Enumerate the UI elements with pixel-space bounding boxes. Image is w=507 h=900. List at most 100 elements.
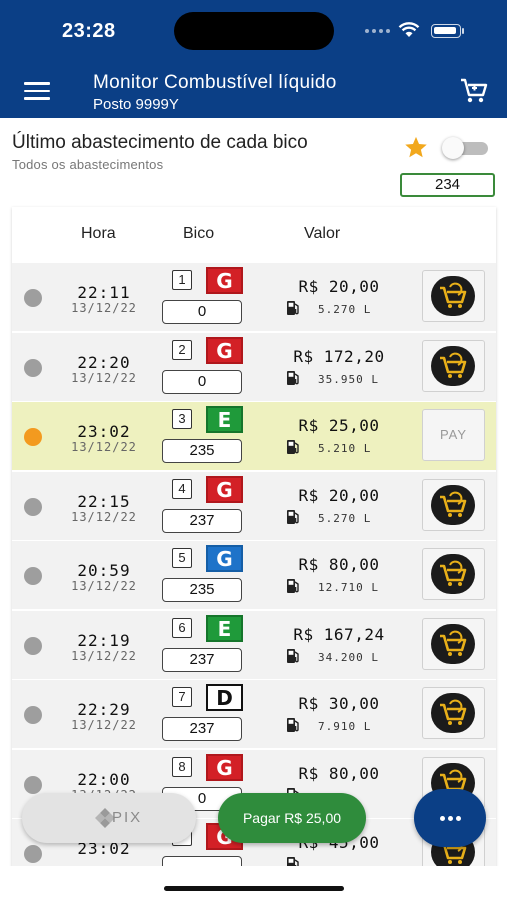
row-date: 13/12/22: [71, 370, 137, 385]
table-header: Hora Bico Valor: [12, 207, 496, 264]
fuel-pump-icon: [287, 579, 299, 593]
add-to-cart-button[interactable]: [422, 478, 485, 531]
row-date: 13/12/22: [71, 718, 137, 732]
app-header: 23:28 Monitor Combustível líquido Posto …: [0, 0, 507, 118]
status-dot: [24, 845, 42, 863]
cart-icon[interactable]: [460, 78, 488, 104]
home-indicator[interactable]: [164, 886, 344, 891]
pay-button[interactable]: Pagar R$ 25,00: [218, 793, 366, 843]
status-dot: [24, 428, 42, 446]
status-dot: [24, 567, 42, 585]
encerrante-field[interactable]: 235: [162, 578, 242, 602]
row-date: 13/12/22: [71, 301, 137, 315]
row-value: R$ 20,00: [298, 277, 380, 296]
row-liters: 35.950 L: [318, 372, 379, 386]
fuel-gasolina-icon: G: [206, 267, 243, 294]
cart-badge: [431, 345, 475, 386]
header-hora: Hora: [81, 225, 116, 242]
fuel-pump-icon: [287, 648, 299, 663]
menu-icon[interactable]: [24, 82, 50, 100]
add-to-cart-button[interactable]: [422, 270, 485, 322]
count-field[interactable]: 234: [400, 173, 495, 197]
section-subtitle: Todos os abastecimentos: [12, 157, 164, 172]
cart-badge: [431, 554, 475, 594]
favorites-toggle[interactable]: [442, 137, 491, 159]
row-liters: 5.270 L: [318, 511, 372, 525]
row-time: 22:00: [77, 769, 131, 789]
fuel-gasolina-icon: G: [206, 753, 243, 781]
table-row[interactable]: 22:19 13/12/22 6 E 237 R$ 167,24 34.200 L: [12, 610, 496, 680]
status-dot: [24, 636, 42, 655]
add-to-cart-button[interactable]: [422, 548, 485, 600]
star-icon[interactable]: [403, 135, 429, 160]
more-icon[interactable]: [414, 789, 486, 847]
dynamic-island: [174, 12, 334, 50]
fuel-etanol-icon: E: [206, 614, 243, 642]
row-time: 23:02: [77, 422, 131, 441]
section-title: Último abastecimento de cada bico: [12, 132, 308, 153]
fuel-diesel-icon: D: [206, 684, 243, 711]
row-time: 22:19: [77, 630, 131, 650]
encerrante-field[interactable]: 237: [162, 647, 242, 672]
row-liters: 12.710 L: [318, 581, 379, 594]
cart-icon: [440, 699, 467, 725]
encerrante-field[interactable]: 0: [162, 300, 242, 324]
header-bico: Bico: [183, 225, 215, 242]
fuel-gasolina-icon: G: [206, 336, 243, 364]
row-time: 22:20: [77, 352, 131, 372]
nozzle-number: 8: [172, 756, 192, 777]
toggle-knob: [442, 137, 464, 159]
row-date: 13/12/22: [71, 648, 137, 663]
status-dot: [24, 775, 42, 794]
cart-icon: [440, 282, 467, 308]
row-date: 13/12/22: [71, 509, 137, 524]
bottom-safe-area: [0, 866, 507, 900]
encerrante-field[interactable]: 0: [162, 369, 242, 394]
row-liters: 5.270 L: [318, 303, 372, 316]
status-dot: [24, 706, 42, 724]
row-value: R$ 167,24: [293, 624, 385, 644]
table-row[interactable]: 22:20 13/12/22 2 G 0 R$ 172,20 35.950 L: [12, 332, 496, 402]
add-to-cart-button[interactable]: [422, 617, 485, 670]
nozzle-number: 5: [172, 548, 192, 568]
table-row[interactable]: 22:11 13/12/22 1 G 0 R$ 20,00 5.270 L: [12, 263, 496, 332]
table-row[interactable]: 20:59 13/12/22 5 G 235 R$ 80,00 12.710 L: [12, 541, 496, 610]
fuel-gasolina-icon: G: [206, 475, 243, 503]
add-to-cart-button[interactable]: [422, 339, 485, 392]
nozzle-number: 6: [172, 617, 192, 638]
encerrante-field[interactable]: 237: [162, 508, 242, 533]
encerrante-field[interactable]: 235: [162, 439, 242, 463]
battery-icon: [431, 24, 461, 38]
row-liters: 7.910 L: [318, 720, 372, 733]
signal-icon: [365, 29, 390, 33]
pix-label: PIX: [112, 809, 143, 826]
fuel-etanol-icon: E: [206, 406, 243, 433]
status-time: 23:28: [62, 20, 116, 42]
table-row[interactable]: 22:15 13/12/22 4 G 237 R$ 20,00 5.270 L: [12, 471, 496, 541]
row-value: R$ 80,00: [298, 763, 380, 783]
fuel-pump-icon: [287, 301, 299, 315]
cart-badge: [431, 623, 475, 664]
cart-badge: [431, 276, 475, 316]
row-time: 22:11: [77, 283, 131, 302]
row-date: 13/12/22: [71, 440, 137, 454]
nozzle-number: 1: [172, 270, 192, 290]
row-value: R$ 30,00: [298, 694, 380, 713]
row-time: 20:59: [77, 561, 131, 580]
fuel-pump-icon: [287, 718, 299, 732]
fuel-pump-icon: [287, 370, 299, 385]
pay-row-button[interactable]: PAY: [422, 409, 485, 461]
nozzle-number: 7: [172, 687, 192, 707]
encerrante-field[interactable]: 237: [162, 717, 242, 741]
cart-icon: [440, 491, 467, 517]
row-time: 22:29: [77, 700, 131, 719]
fuel-gasolina-aditivada-icon: G: [206, 545, 243, 572]
row-time: 22:15: [77, 491, 131, 511]
row-date: 13/12/22: [71, 579, 137, 593]
table-row[interactable]: 22:29 13/12/22 7 D 237 R$ 30,00 7.910 L: [12, 680, 496, 749]
pix-button[interactable]: PIX: [22, 793, 196, 843]
status-dot: [24, 497, 42, 516]
table-row[interactable]: 23:02 13/12/22 3 E 235 R$ 25,00 5.210 L PAY: [12, 402, 496, 471]
row-value: R$ 80,00: [298, 555, 380, 574]
add-to-cart-button[interactable]: [422, 687, 485, 739]
